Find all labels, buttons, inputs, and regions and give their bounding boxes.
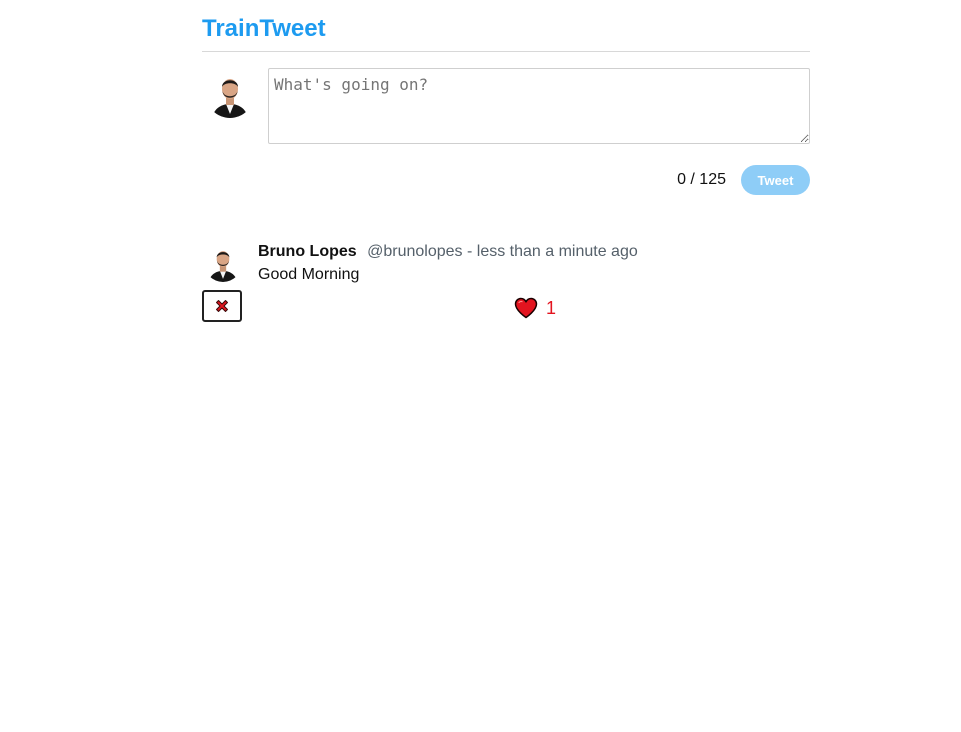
heart-icon — [514, 297, 538, 319]
tweet-item: Bruno Lopes @brunolopes - less than a mi… — [202, 240, 810, 330]
header-divider — [202, 51, 810, 52]
author-name: Bruno Lopes — [258, 243, 357, 260]
user-avatar-icon — [204, 244, 242, 282]
cross-mark-icon — [216, 300, 228, 312]
delete-tweet-button[interactable] — [202, 290, 242, 322]
like-button[interactable]: 1 — [514, 297, 556, 319]
character-counter: 0 / 125 — [677, 171, 726, 188]
tweet-button[interactable]: Tweet — [741, 165, 810, 195]
tweet-header: Bruno Lopes @brunolopes - less than a mi… — [258, 242, 638, 262]
author-handle-timestamp: @brunolopes - less than a minute ago — [367, 243, 638, 260]
like-count: 1 — [546, 298, 557, 318]
tweet-input[interactable] — [268, 68, 810, 144]
tweet-text: Good Morning — [258, 266, 360, 283]
app-title: TrainTweet — [202, 15, 326, 42]
user-avatar-icon — [206, 70, 254, 118]
